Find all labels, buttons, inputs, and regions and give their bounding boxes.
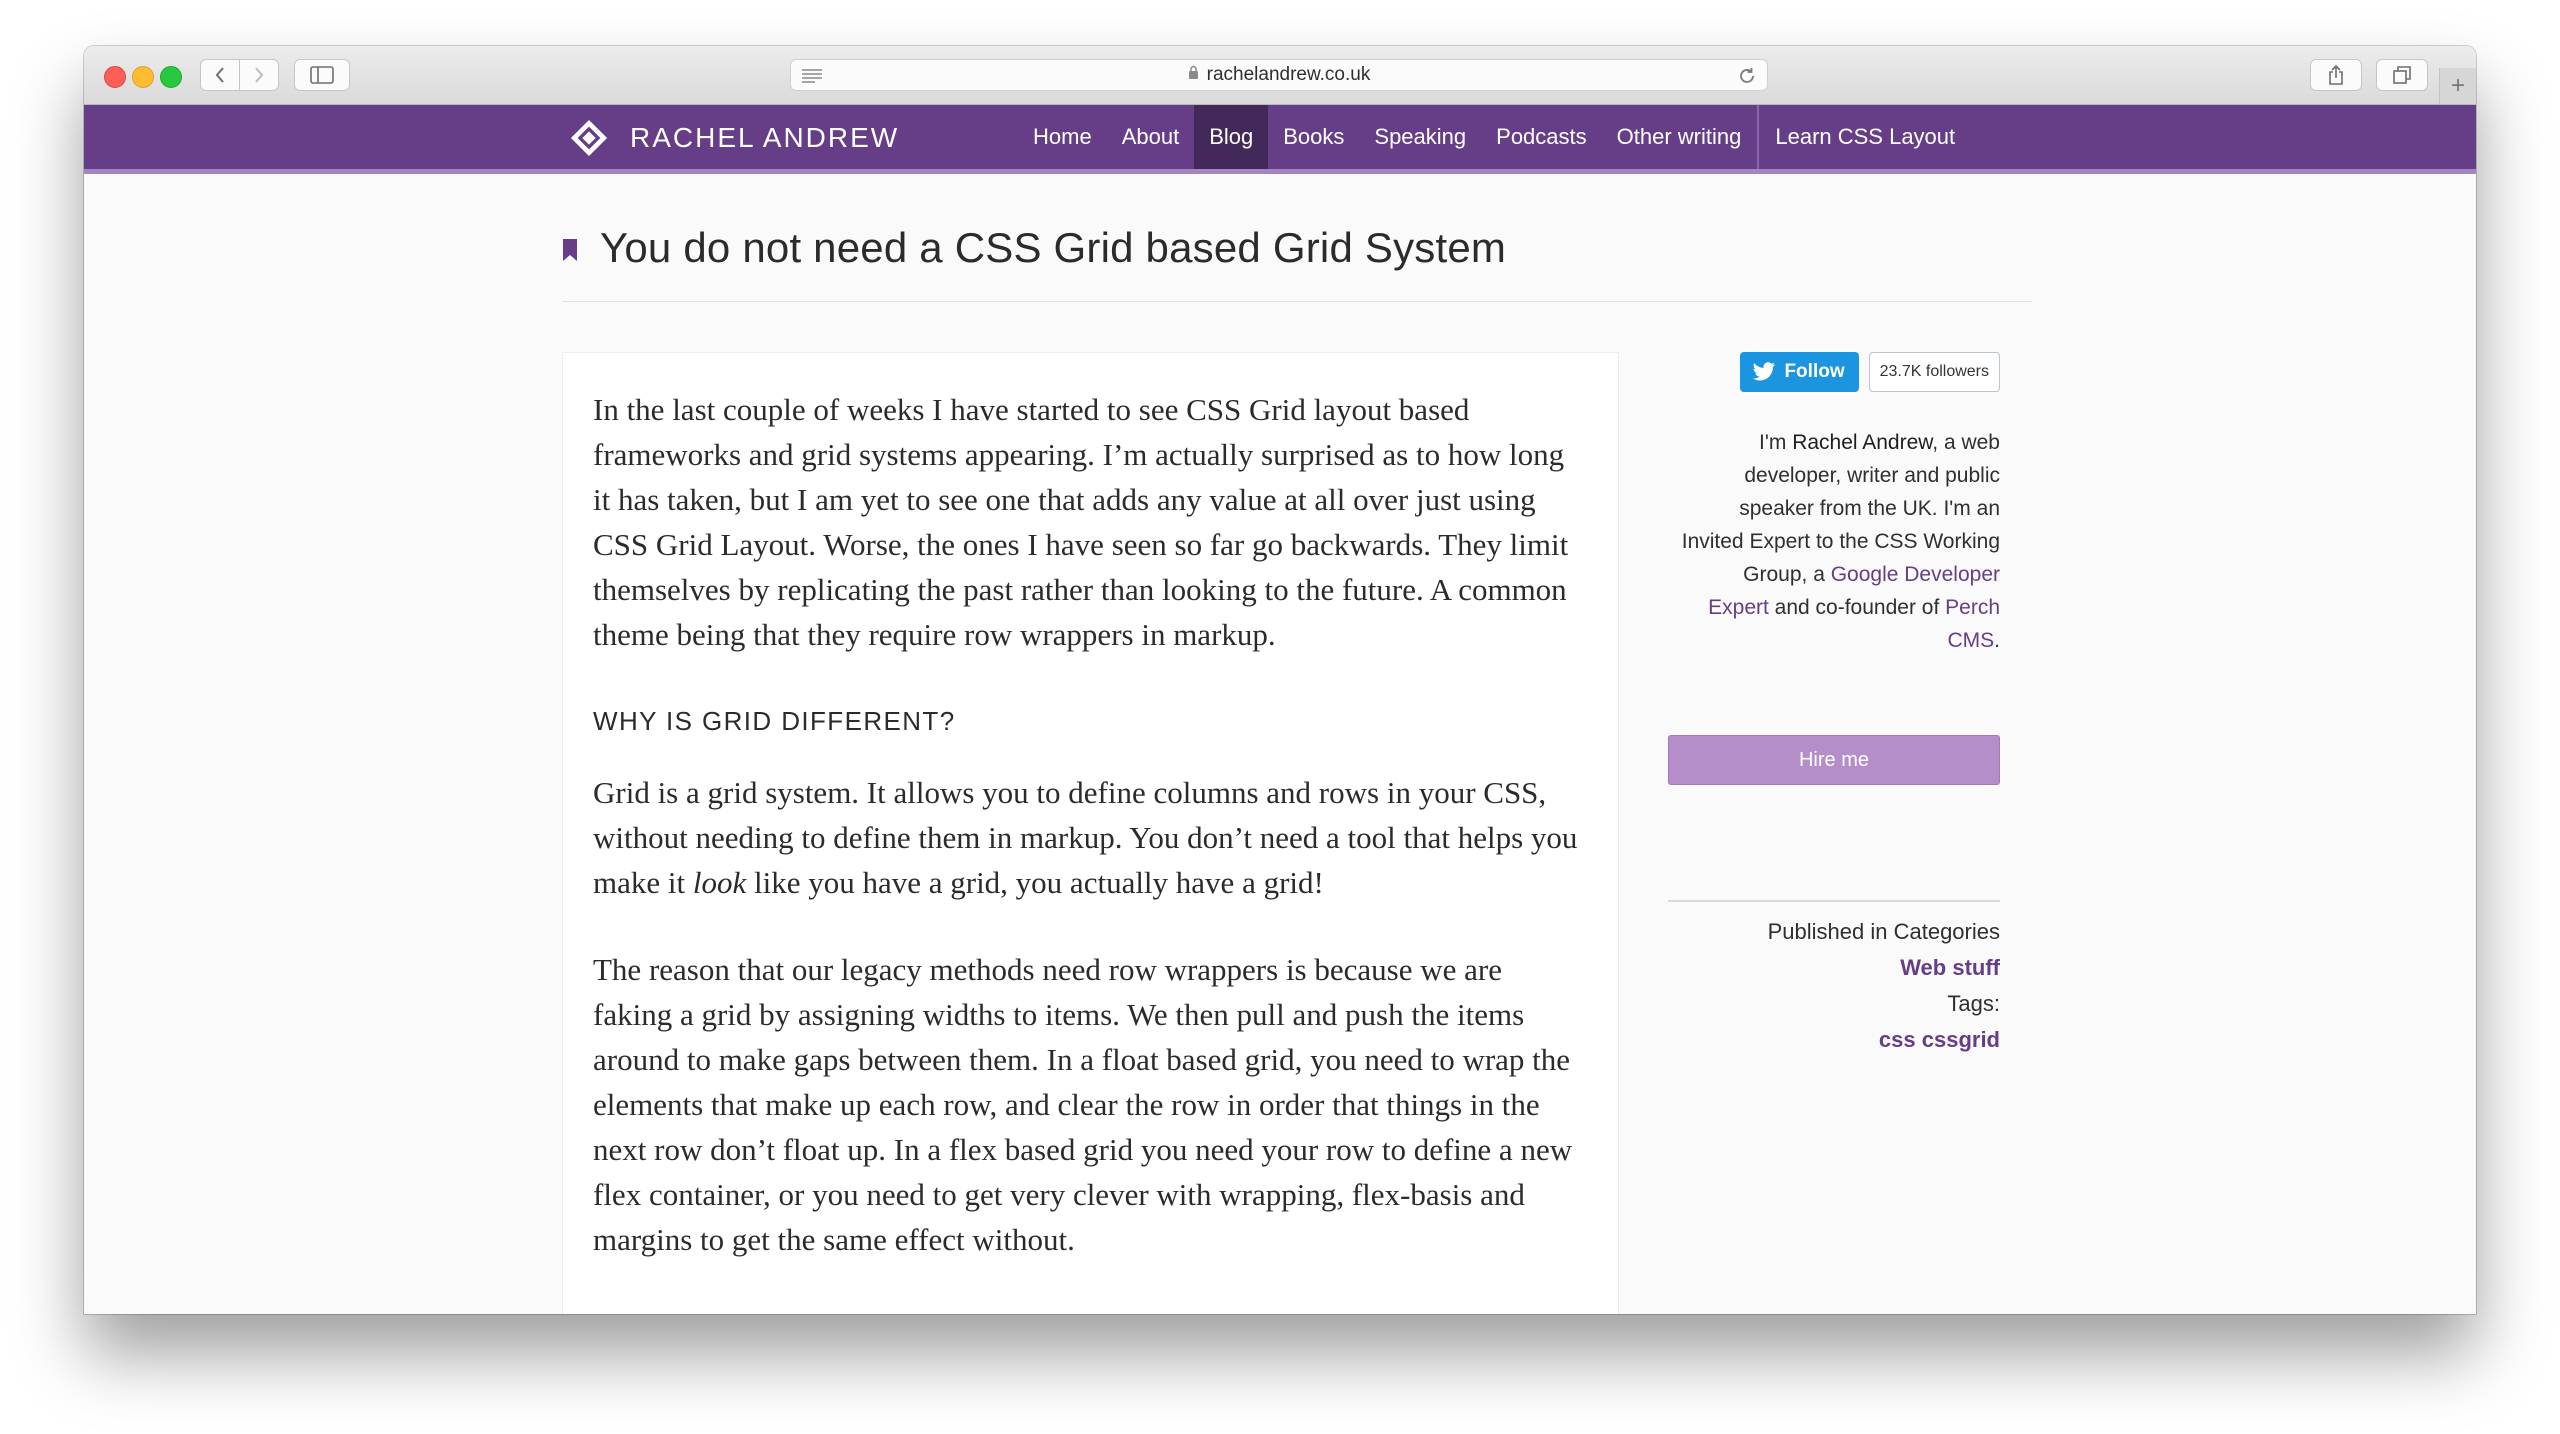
- sidebar-icon: [310, 66, 334, 84]
- nav-books[interactable]: Books: [1268, 105, 1359, 169]
- reader-icon[interactable]: [801, 68, 823, 90]
- followers-count[interactable]: 23.7K followers: [1868, 352, 2000, 392]
- nav-divider: [1757, 105, 1760, 169]
- nav-about[interactable]: About: [1107, 105, 1195, 169]
- nav-other-writing[interactable]: Other writing: [1602, 105, 1757, 169]
- tag-link[interactable]: cssgrid: [1922, 1027, 2000, 1052]
- nav-podcasts[interactable]: Podcasts: [1481, 105, 1602, 169]
- reload-icon[interactable]: [1737, 66, 1757, 92]
- page-title: You do not need a CSS Grid based Grid Sy…: [600, 224, 1507, 271]
- bio-text: I'm: [1759, 431, 1793, 454]
- article-body: In the last couple of weeks I have start…: [562, 352, 1619, 1314]
- post-header: You do not need a CSS Grid based Grid Sy…: [562, 210, 2032, 302]
- author-bio: I'm Rachel Andrew, a web developer, writ…: [1680, 426, 2000, 657]
- tabs-icon: [2393, 66, 2411, 84]
- tag-link[interactable]: css: [1879, 1027, 1916, 1052]
- new-tab-button[interactable]: +: [2439, 68, 2476, 104]
- share-icon: [2329, 64, 2343, 85]
- browser-window: rachelandrew.co.uk + RACHEL ANDREW Home: [84, 46, 2476, 1314]
- share-button[interactable]: [2310, 59, 2362, 91]
- site-nav: RACHEL ANDREW Home About Blog Books Spea…: [84, 105, 2476, 174]
- chevron-left-icon: [215, 67, 224, 83]
- forward-button[interactable]: [239, 59, 279, 91]
- section-heading: WHY IS GRID DIFFERENT?: [593, 706, 956, 736]
- sidebar-toggle-button[interactable]: [294, 59, 350, 91]
- author-name: Rachel Andrew: [1792, 431, 1933, 454]
- published-label: Published in Categories: [1767, 919, 2000, 944]
- plus-icon: +: [2450, 72, 2465, 99]
- nav-home[interactable]: Home: [1018, 105, 1107, 169]
- site-logo[interactable]: RACHEL ANDREW: [570, 119, 899, 157]
- nav-speaking[interactable]: Speaking: [1359, 105, 1481, 169]
- emphasis-text: look: [692, 865, 747, 900]
- bio-text: and co-founder of: [1768, 596, 1946, 619]
- bio-text: .: [1994, 629, 2000, 652]
- nav-learn-css-layout[interactable]: Learn CSS Layout: [1760, 105, 1970, 169]
- nav-blog[interactable]: Blog: [1194, 105, 1269, 169]
- chevron-right-icon: [255, 67, 264, 83]
- paragraph: Grid is a grid system. It allows you to …: [593, 770, 1588, 905]
- lock-icon: [1188, 64, 1199, 86]
- zoom-window-button[interactable]: [160, 66, 182, 88]
- paragraph: The reason that our legacy methods need …: [593, 952, 1573, 1257]
- site-name: RACHEL ANDREW: [630, 122, 900, 153]
- category-link[interactable]: Web stuff: [1900, 955, 2000, 980]
- diamond-logo-icon: [570, 119, 608, 157]
- tags-label: Tags:: [1947, 991, 2000, 1016]
- url-text: rachelandrew.co.uk: [1206, 64, 1371, 85]
- bookmark-icon: [563, 239, 577, 261]
- hire-me-button[interactable]: Hire me: [1668, 735, 2000, 785]
- main-menu: Home About Blog Books Speaking Podcasts …: [1018, 105, 1970, 169]
- twitter-follow-button[interactable]: Follow: [1740, 352, 1859, 392]
- minimize-window-button[interactable]: [132, 66, 154, 88]
- twitter-follow-widget: Follow 23.7K followers: [1740, 352, 2000, 392]
- show-tabs-button[interactable]: [2376, 59, 2428, 91]
- paragraph: In the last couple of weeks I have start…: [593, 392, 1569, 652]
- twitter-bird-icon: [1753, 362, 1776, 381]
- close-window-button[interactable]: [104, 66, 126, 88]
- post-meta: Published in Categories Web stuff Tags: …: [1668, 900, 2000, 1058]
- browser-toolbar: rachelandrew.co.uk +: [84, 46, 2476, 105]
- address-bar[interactable]: rachelandrew.co.uk: [790, 59, 1768, 91]
- text-span: like you have a grid, you actually have …: [746, 865, 1324, 900]
- follow-label: Follow: [1784, 361, 1845, 382]
- perch-cms-link[interactable]: Perch CMS: [1945, 596, 2000, 652]
- back-button[interactable]: [200, 59, 240, 91]
